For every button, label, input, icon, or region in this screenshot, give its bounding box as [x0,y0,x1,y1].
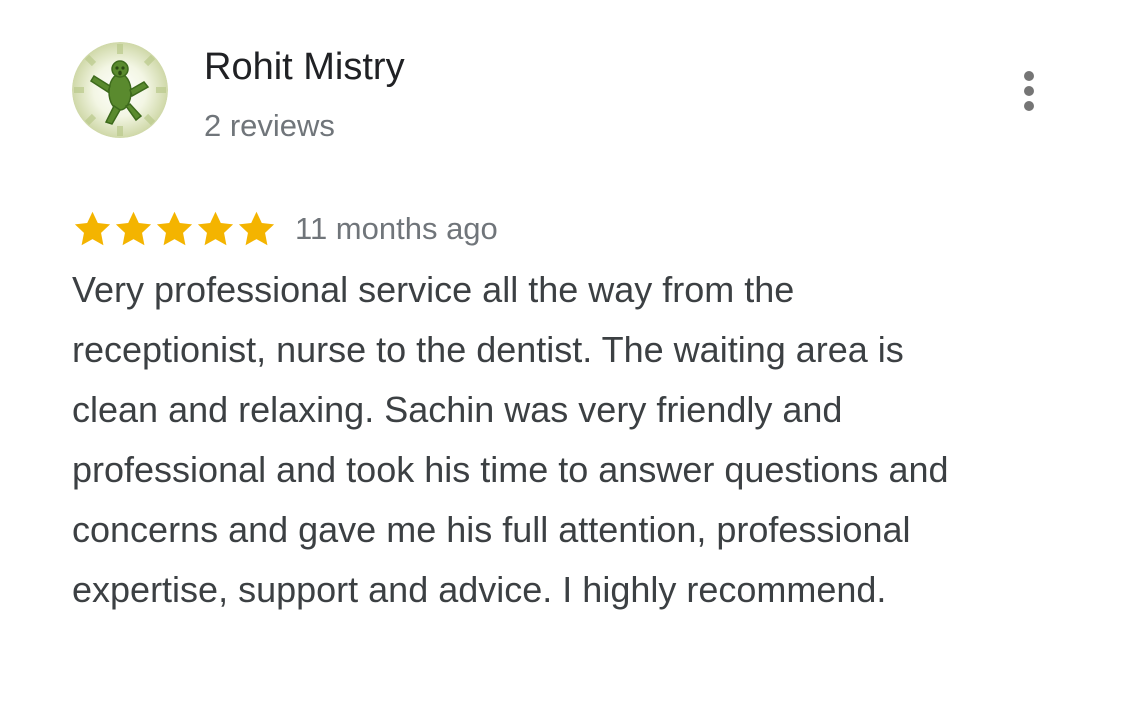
star-icon [197,211,234,245]
review-text: Very professional service all the way fr… [72,269,949,610]
review-count[interactable]: 2 reviews [204,106,335,146]
star-icon [238,211,275,245]
rating-row: 11 months ago [72,206,498,252]
star-icon [156,211,193,245]
star-icon [74,211,111,245]
reviewer-name[interactable]: Rohit Mistry [204,44,405,90]
star-icon [115,211,152,245]
cactuar-avatar-icon [72,42,168,138]
more-vert-icon [1024,69,1034,114]
reviewer-avatar[interactable] [72,42,168,138]
star-rating [72,209,277,250]
review-date: 11 months ago [295,211,498,246]
more-options-button[interactable] [1008,66,1050,116]
